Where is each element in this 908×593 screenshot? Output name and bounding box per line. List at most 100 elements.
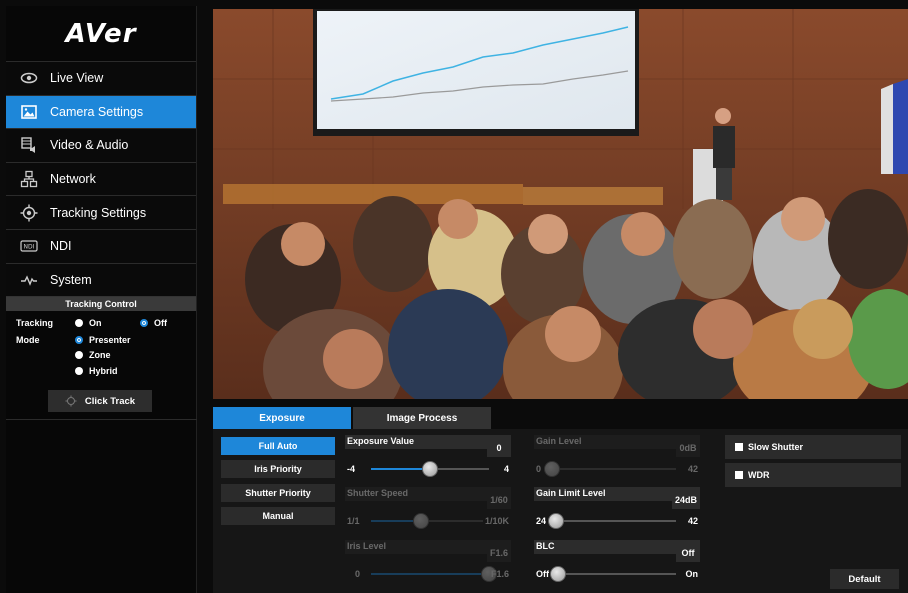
nav-item-system[interactable]: System: [6, 262, 196, 297]
live-video-view[interactable]: [213, 9, 908, 399]
target-icon: [20, 204, 38, 222]
gain-limit-level-control: Gain Limit Level 24dB 24 42: [534, 487, 700, 536]
slider-fill: [371, 573, 489, 575]
radio-dot: [75, 319, 83, 328]
click-track-button[interactable]: Click Track: [48, 390, 152, 412]
iris-level-slider[interactable]: 0 F1.6: [345, 560, 511, 588]
nav-item-tracking-settings[interactable]: Tracking Settings: [6, 195, 196, 229]
tracking-control-header: Tracking Control: [6, 297, 196, 312]
network-icon: [20, 170, 38, 188]
slider-max-label: 42: [687, 464, 698, 474]
nav-item-video-audio[interactable]: Video & Audio: [6, 128, 196, 162]
nav-label: Camera Settings: [50, 104, 144, 119]
tracking-off-radio[interactable]: Off: [140, 318, 167, 328]
radio-dot: [75, 351, 83, 360]
checkbox-box: [735, 471, 743, 479]
checkbox-label: Slow Shutter: [748, 442, 804, 452]
radio-dot: [140, 319, 148, 328]
nav-label: Network: [50, 172, 96, 187]
mode-row: Mode Presenter: [6, 331, 196, 348]
mode-label: Mode: [16, 335, 40, 346]
iris-priority-button[interactable]: Iris Priority: [221, 460, 335, 478]
click-track-label: Click Track: [84, 395, 136, 407]
nav-item-ndi[interactable]: NDI NDI: [6, 228, 196, 263]
radio-dot: [75, 367, 83, 376]
slider-knob[interactable]: [413, 513, 430, 529]
mode-zone-radio[interactable]: Zone: [75, 350, 111, 360]
settings-tabs: Exposure Image Process: [213, 407, 493, 429]
mode-presenter-radio[interactable]: Presenter: [75, 335, 131, 345]
slider-min-label: 1/1: [347, 516, 360, 526]
click-track-icon: [65, 395, 77, 407]
manual-button[interactable]: Manual: [221, 507, 335, 525]
slider-track: [558, 573, 676, 575]
shutter-speed-slider[interactable]: 1/1 1/10K: [345, 507, 511, 535]
slider-min-label: 0: [536, 464, 542, 474]
exposure-value-slider[interactable]: -4 4: [345, 455, 511, 483]
slider-track: [556, 520, 676, 522]
slider-max-label: 1/10K: [484, 516, 509, 526]
image-icon: [20, 103, 38, 121]
iris-level-control: Iris Level F1.6 0 F1.6: [345, 540, 511, 589]
full-auto-button[interactable]: Full Auto: [221, 437, 335, 455]
slider-knob[interactable]: [544, 461, 560, 477]
blc-control: BLC Off Off On: [534, 540, 700, 589]
slider-knob[interactable]: [550, 566, 566, 582]
nav-label: Tracking Settings: [50, 205, 147, 220]
radio-label: Presenter: [89, 335, 131, 346]
slider-max-label: On: [685, 569, 699, 579]
gain-level-slider[interactable]: 0 42: [534, 455, 700, 483]
slow-shutter-checkbox[interactable]: Slow Shutter: [725, 435, 901, 459]
radio-label: Off: [154, 318, 167, 329]
live-video-image: [213, 9, 908, 399]
video-audio-icon: [20, 136, 38, 154]
radio-label: Hybrid: [89, 366, 118, 377]
slider-max-label: 4: [503, 464, 509, 474]
tracking-control-panel: Tracking Control Tracking On Off Mode Pr…: [6, 296, 196, 382]
slider-max-label: F1.6: [490, 569, 509, 579]
slider-min-label: -4: [347, 464, 356, 474]
slider-knob[interactable]: [548, 513, 564, 529]
nav-label: Video & Audio: [50, 138, 129, 153]
pulse-icon: [20, 271, 38, 289]
tab-image-process[interactable]: Image Process: [353, 407, 491, 429]
gain-limit-level-slider[interactable]: 24 42: [534, 507, 700, 535]
tracking-label: Tracking: [16, 318, 54, 329]
slider-min-label: 24: [536, 516, 547, 526]
default-button[interactable]: Default: [830, 569, 899, 589]
sidebar: AVer Live View Camera Settings Video & A…: [6, 6, 197, 593]
mode-row: Hybrid: [6, 365, 196, 382]
shutter-speed-control: Shutter Speed 1/60 1/1 1/10K: [345, 487, 511, 536]
tracking-row: Tracking On Off: [6, 314, 196, 331]
radio-label: On: [89, 318, 102, 329]
mode-hybrid-radio[interactable]: Hybrid: [75, 366, 118, 376]
wdr-checkbox[interactable]: WDR: [725, 463, 901, 487]
slider-track: [552, 468, 676, 470]
tracking-on-radio[interactable]: On: [75, 318, 102, 328]
slider-min-label: Off: [536, 569, 549, 579]
svg-text:NDI: NDI: [24, 244, 35, 251]
app-window: AVer Live View Camera Settings Video & A…: [0, 0, 908, 593]
exposure-panel: Full Auto Iris Priority Shutter Priority…: [213, 429, 908, 593]
nav-menu: Live View Camera Settings Video & Audio …: [6, 61, 196, 297]
nav-item-camera-settings[interactable]: Camera Settings: [6, 94, 196, 129]
nav-item-live-view[interactable]: Live View: [6, 61, 196, 95]
slider-knob[interactable]: [422, 461, 438, 477]
checkbox-box: [735, 443, 743, 451]
tab-exposure[interactable]: Exposure: [213, 407, 351, 429]
divider: [6, 419, 197, 420]
ndi-icon: NDI: [20, 237, 38, 255]
slider-max-label: 42: [687, 516, 698, 526]
nav-label: NDI: [50, 239, 72, 254]
shutter-priority-button[interactable]: Shutter Priority: [221, 484, 335, 502]
radio-dot: [75, 336, 83, 345]
slider-min-label: 0: [355, 569, 361, 579]
aver-logo: AVer: [65, 18, 137, 49]
mode-row: Zone: [6, 348, 196, 365]
checkbox-label: WDR: [748, 470, 770, 480]
nav-item-network[interactable]: Network: [6, 161, 196, 196]
exposure-value-control: Exposure Value 0 -4 4: [345, 435, 511, 484]
blc-slider[interactable]: Off On: [534, 560, 700, 588]
nav-label: System: [50, 272, 92, 287]
radio-label: Zone: [89, 350, 111, 361]
